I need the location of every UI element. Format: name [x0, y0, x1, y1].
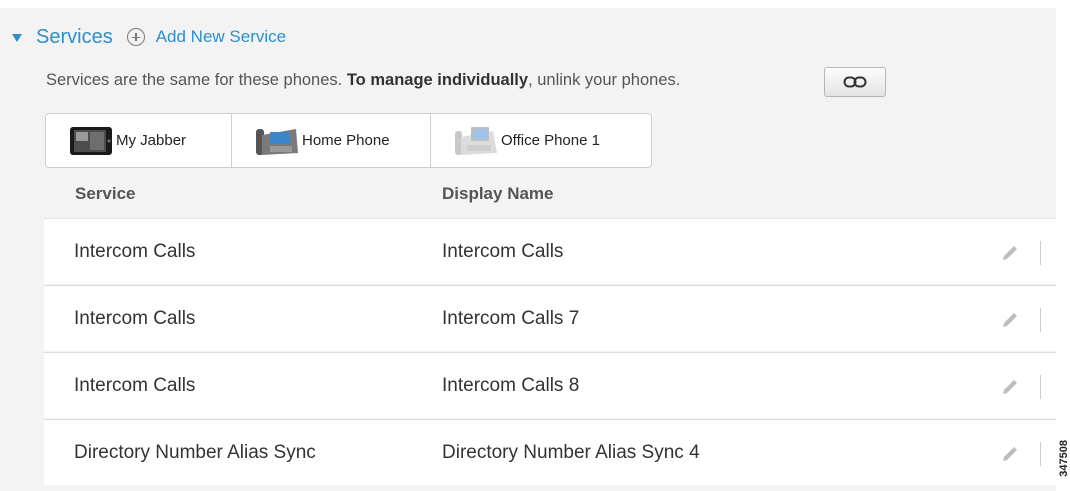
services-table: Intercom Calls Intercom Calls Intercom C…: [44, 218, 1056, 485]
row-divider: [1040, 442, 1041, 466]
chain-link-icon: [843, 76, 867, 88]
table-row: Intercom Calls Intercom Calls 8: [44, 352, 1056, 418]
service-cell: Intercom Calls: [74, 308, 196, 329]
edit-pencil-icon[interactable]: [1000, 377, 1020, 397]
display-name-cell: Intercom Calls: [442, 241, 564, 262]
collapse-caret-icon[interactable]: [12, 34, 22, 42]
services-header: Services Add New Service: [12, 24, 286, 50]
edit-pencil-icon[interactable]: [1000, 243, 1020, 263]
service-cell: Directory Number Alias Sync: [74, 442, 316, 463]
tab-label: Office Phone 1: [501, 132, 600, 149]
row-divider: [1040, 241, 1041, 265]
column-header-service: Service: [75, 184, 136, 203]
table-row: Intercom Calls Intercom Calls: [44, 218, 1056, 284]
display-name-cell: Intercom Calls 8: [442, 375, 580, 396]
info-bold-text: To manage individually: [346, 71, 529, 89]
display-name-cell: Directory Number Alias Sync 4: [442, 442, 700, 463]
tab-my-jabber[interactable]: My Jabber: [46, 114, 232, 167]
tab-home-phone[interactable]: Home Phone: [232, 114, 431, 167]
display-name-cell: Intercom Calls 7: [442, 308, 580, 329]
info-text: Services are the same for these phones.: [46, 71, 347, 89]
service-cell: Intercom Calls: [74, 241, 196, 262]
row-divider: [1040, 308, 1041, 332]
section-title[interactable]: Services: [36, 26, 113, 49]
add-circle-icon[interactable]: [126, 28, 145, 46]
phone-tabs: My Jabber Home Phone Office Phone 1: [45, 113, 652, 168]
desk-phone-icon: [256, 128, 298, 155]
add-new-service-link[interactable]: Add New Service: [156, 27, 286, 47]
tab-office-phone-1[interactable]: Office Phone 1: [431, 114, 651, 167]
table-row: Directory Number Alias Sync Directory Nu…: [44, 419, 1056, 485]
table-row: Intercom Calls Intercom Calls 7: [44, 285, 1056, 351]
edit-pencil-icon[interactable]: [1000, 444, 1020, 464]
tab-label: My Jabber: [116, 132, 187, 149]
edit-pencil-icon[interactable]: [1000, 310, 1020, 330]
service-cell: Intercom Calls: [74, 375, 196, 396]
figure-id: 347508: [1058, 440, 1070, 477]
tab-label: Home Phone: [302, 132, 390, 149]
info-text-suffix: , unlink your phones.: [528, 71, 681, 89]
column-header-display-name: Display Name: [442, 184, 554, 203]
tablet-icon: [70, 126, 112, 155]
row-divider: [1040, 375, 1041, 399]
video-phone-icon: [455, 126, 497, 155]
unlink-phones-button[interactable]: [824, 67, 886, 97]
shared-services-info: Services are the same for these phones. …: [46, 71, 680, 90]
